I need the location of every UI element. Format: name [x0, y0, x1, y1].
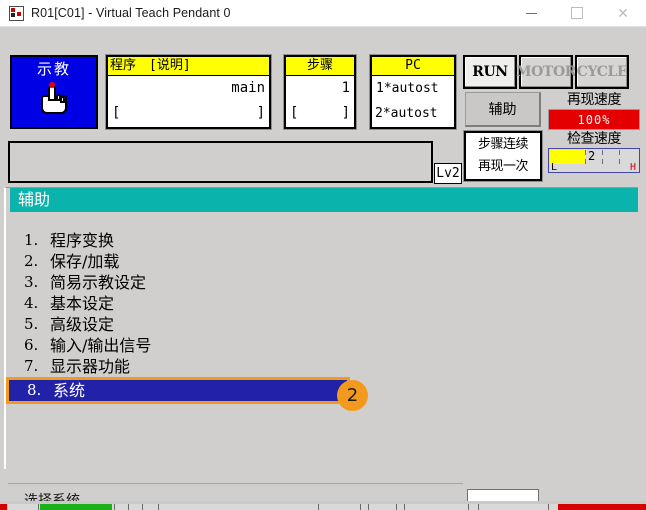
step-bracket-open: [	[290, 105, 299, 121]
menu-item-3[interactable]: 3. 简易示教设定	[14, 272, 638, 293]
step-field[interactable]: 步骤 1 [ ]	[283, 54, 357, 130]
pc-field-line2: 2*autost	[375, 106, 438, 121]
teach-mode-label: 示教	[36, 60, 71, 78]
program-bracket-close: ]	[256, 105, 265, 121]
step-field-header: 步骤	[286, 57, 354, 76]
input-box[interactable]	[467, 489, 539, 501]
minimize-button[interactable]	[508, 0, 554, 26]
background-progress-green	[40, 504, 112, 510]
menu-item-3-label: 简易示教设定	[50, 273, 147, 292]
maximize-icon	[571, 7, 583, 19]
teach-pendant-icon	[8, 5, 24, 21]
menu-item-2-number: 2.	[24, 252, 39, 270]
program-field-header: 程序 [说明]	[108, 57, 269, 76]
menu-item-5-number: 5.	[24, 315, 39, 333]
menu-item-6-label: 输入/输出信号	[50, 336, 152, 355]
screen-root: R01[C01] - Virtual Teach Pendant 0 ✕ 示教	[0, 0, 646, 510]
status-text: 选择系统	[24, 493, 80, 501]
menu-item-7-number: 7.	[24, 357, 39, 375]
status-panel: 示教 程序 [说明] main [ ] 步骤 1 [] PC 1*autost…	[0, 27, 646, 184]
step-mode-indicator[interactable]: 步骤连续 再现一次	[463, 130, 543, 182]
program-field[interactable]: 程序 [说明] main [ ]	[105, 54, 272, 130]
title-bar[interactable]: R01[C01] - Virtual Teach Pendant 0 ✕	[0, 0, 646, 27]
content-header: 辅助	[10, 188, 638, 212]
close-button[interactable]: ✕	[600, 0, 646, 26]
menu-item-5[interactable]: 5. 高级设定	[14, 314, 638, 335]
step-bracket-close: ]	[341, 105, 350, 121]
check-speed-gauge[interactable]: 2 L H	[548, 148, 640, 173]
speed-panel: 再现速度 100% 检查速度 2 L H	[548, 91, 640, 173]
background-accent-left	[0, 504, 7, 510]
pendant-body: 示教 程序 [说明] main [ ] 步骤 1 [] PC 1*autost…	[0, 27, 646, 501]
annotation-badge: 2	[337, 380, 368, 411]
menu-item-8[interactable]: 8. 系统 2	[6, 377, 368, 411]
program-field-value: main	[231, 80, 265, 96]
minimize-icon	[525, 12, 537, 14]
aux-menu-list: 1. 程序变换 2. 保存/加载 3. 简易示教设定 4. 基本设定 5. 高级…	[6, 230, 638, 411]
menu-item-4-label: 基本设定	[50, 294, 115, 313]
check-speed-high-mark: H	[629, 162, 636, 173]
level-indicator[interactable]: Lv2	[434, 163, 462, 184]
step-mode-line2: 再现一次	[477, 159, 529, 174]
menu-item-6[interactable]: 6. 输入/输出信号	[14, 335, 638, 356]
menu-item-7[interactable]: 7. 显示器功能	[14, 356, 638, 377]
menu-item-8-label: 系统	[53, 381, 86, 400]
window-title: R01[C01] - Virtual Teach Pendant 0	[31, 6, 231, 20]
window-controls: ✕	[508, 0, 646, 26]
menu-item-1[interactable]: 1. 程序变换	[14, 230, 638, 251]
menu-item-2-label: 保存/加载	[50, 252, 120, 271]
hand-pointer-icon	[39, 81, 69, 115]
check-speed-value: 2	[588, 149, 596, 163]
menu-item-6-number: 6.	[24, 336, 39, 354]
menu-item-3-number: 3.	[24, 273, 39, 291]
run-button[interactable]: RUN	[463, 55, 517, 89]
step-field-comment: [ ]	[286, 102, 354, 126]
menu-item-5-label: 高级设定	[50, 315, 115, 334]
playback-speed-label: 再现速度	[567, 92, 622, 108]
program-field-comment: [ ]	[108, 102, 269, 126]
program-bracket-open: [	[112, 105, 121, 121]
step-mode-line1: 步骤连续	[477, 137, 529, 152]
menu-item-8-number: 8.	[27, 381, 42, 399]
menu-item-7-label: 显示器功能	[50, 357, 131, 376]
menu-item-4-number: 4.	[24, 294, 39, 312]
content-panel: 辅助 1. 程序变换 2. 保存/加载 3. 简易示教设定 4. 基本设定 5.…	[4, 187, 638, 469]
close-icon: ✕	[617, 5, 629, 21]
footer-divider	[8, 483, 463, 484]
check-speed-low-mark: L	[551, 162, 558, 173]
playback-speed-bar[interactable]: 100%	[548, 109, 640, 130]
menu-item-1-label: 程序变换	[50, 231, 115, 250]
motor-button[interactable]: MOTOR	[516, 55, 576, 89]
pc-field-header: PC	[372, 57, 454, 76]
menu-item-2[interactable]: 2. 保存/加载	[14, 251, 638, 272]
maximize-button[interactable]	[554, 0, 600, 26]
teach-pendant-window: R01[C01] - Virtual Teach Pendant 0 ✕ 示教	[0, 0, 646, 501]
message-bar	[8, 141, 433, 183]
check-speed-label: 检查速度	[567, 131, 622, 147]
pc-field[interactable]: PC 1*autost 2*autost	[369, 54, 457, 130]
menu-item-1-number: 1.	[24, 231, 39, 249]
pc-field-line1: 1*autost	[376, 81, 439, 96]
teach-mode-button[interactable]: 示教	[10, 55, 98, 129]
cycle-button[interactable]: CYCLE	[575, 55, 629, 89]
menu-item-4[interactable]: 4. 基本设定	[14, 293, 638, 314]
aux-button[interactable]: 辅助	[465, 92, 541, 127]
background-accent-right	[558, 504, 646, 510]
state-button-group: RUN MOTOR CYCLE	[463, 55, 629, 89]
step-field-value: 1	[341, 80, 350, 96]
